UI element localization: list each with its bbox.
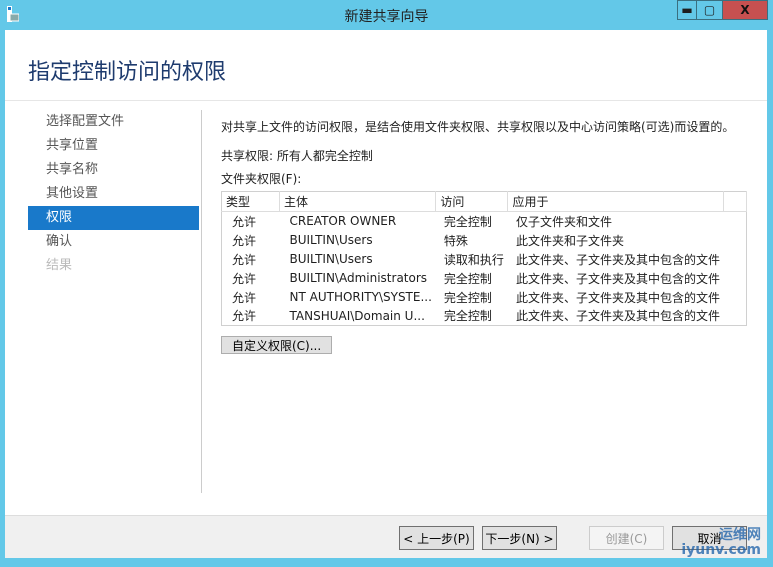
cell-access: 完全控制	[443, 309, 492, 324]
cell-principal: CREATOR OWNER	[289, 214, 397, 229]
column-header-principal[interactable]: 主体	[279, 191, 437, 212]
cell-access: 完全控制	[443, 214, 492, 229]
column-header-applies-to[interactable]: 应用于	[507, 191, 725, 212]
cell-applies-to: 此文件夹、子文件夹及其中包含的文件	[515, 290, 720, 305]
create-button: 创建(C)	[589, 526, 664, 550]
table-row[interactable]: 允许 NT AUTHORITY\SYSTE... 完全控制 此文件夹、子文件夹及其中包…	[222, 288, 747, 307]
previous-button[interactable]: < 上一步(P)	[399, 526, 474, 550]
cell-type: 允许	[232, 233, 257, 248]
cell-applies-to: 此文件夹和子文件夹	[515, 233, 624, 248]
table-row[interactable]: 允许 BUILTIN\Users 特殊 此文件夹和子文件夹	[222, 231, 747, 250]
description: 对共享上文件的访问权限，是结合使用文件夹权限、共享权限以及中心访问策略(可选)而…	[221, 120, 735, 134]
cell-applies-to: 仅子文件夹和文件	[515, 214, 612, 229]
step-other-settings[interactable]: 其他设置	[28, 182, 199, 206]
page-title: 指定控制访问的权限	[28, 60, 227, 85]
step-share-location[interactable]: 共享位置	[28, 134, 199, 158]
cell-filler	[724, 212, 747, 231]
cell-filler	[724, 307, 747, 326]
folder-permissions-label: 文件夹权限(F):	[221, 172, 302, 186]
cell-filler	[724, 269, 747, 288]
table-row[interactable]: 允许 CREATOR OWNER 完全控制 仅子文件夹和文件	[222, 212, 747, 231]
cell-access: 完全控制	[443, 290, 492, 305]
watermark-logo: 运维网 iyunv.com	[681, 527, 761, 558]
cell-filler	[724, 288, 747, 307]
cell-principal: TANSHUAI\Domain U...	[289, 308, 425, 323]
column-header-access[interactable]: 访问	[435, 191, 509, 212]
cell-filler	[724, 231, 747, 250]
share-permissions-text: 共享权限: 所有人都完全控制	[221, 149, 373, 163]
cell-access: 完全控制	[443, 271, 492, 286]
wizard-steps: 选择配置文件 共享位置 共享名称 其他设置 权限 确认 结果	[28, 110, 199, 278]
step-confirm[interactable]: 确认	[28, 230, 199, 254]
table-row[interactable]: 允许 BUILTIN\Administrators 完全控制 此文件夹、子文件夹及其中…	[222, 269, 747, 288]
step-select-profile[interactable]: 选择配置文件	[28, 110, 199, 134]
cell-principal: BUILTIN\Users	[289, 233, 373, 247]
cell-access: 特殊	[443, 233, 468, 248]
cell-filler	[724, 250, 747, 269]
window-title: 新建共享向导	[344, 9, 429, 25]
column-header-type[interactable]: 类型	[221, 191, 280, 212]
step-permissions[interactable]: 权限	[28, 206, 199, 230]
table-row[interactable]: 允许 BUILTIN\Users 读取和执行 此文件夹、子文件夹及其中包含的文件	[222, 250, 747, 269]
cell-principal: NT AUTHORITY\SYSTE...	[289, 290, 432, 304]
permissions-table[interactable]: 类型 主体 访问 应用于 允许 CREATOR OWNER 完全控制 仅子文件夹和文件…	[221, 191, 747, 326]
cell-type: 允许	[232, 214, 257, 229]
divider	[5, 100, 767, 101]
column-header-filler	[723, 191, 747, 212]
wizard-footer: < 上一步(P) 下一步(N) > 创建(C) 取消 运维网 iyunv.com	[5, 515, 767, 558]
cell-type: 允许	[232, 309, 257, 324]
wizard-body: 指定控制访问的权限 选择配置文件 共享位置 共享名称 其他设置 权限 确认 结果…	[5, 30, 767, 558]
divider	[201, 110, 202, 493]
custom-permissions-button[interactable]: 自定义权限(C)...	[221, 336, 333, 354]
cell-applies-to: 此文件夹、子文件夹及其中包含的文件	[515, 252, 720, 267]
permissions-panel: 对共享上文件的访问权限，是结合使用文件夹权限、共享权限以及中心访问策略(可选)而…	[221, 118, 751, 354]
close-button[interactable]: X	[722, 0, 768, 20]
cell-type: 允许	[232, 271, 257, 286]
cell-applies-to: 此文件夹、子文件夹及其中包含的文件	[515, 271, 720, 286]
cell-principal: BUILTIN\Administrators	[289, 271, 428, 285]
title-bar: 新建共享向导 ▬ ▢ X	[0, 0, 773, 30]
cell-type: 允许	[232, 290, 257, 305]
table-row[interactable]: 允许 TANSHUAI\Domain U... 完全控制 此文件夹、子文件夹及其中包含…	[222, 307, 747, 326]
cell-type: 允许	[232, 252, 257, 267]
next-button[interactable]: 下一步(N) >	[482, 526, 557, 550]
cell-principal: BUILTIN\Users	[289, 252, 373, 266]
step-results: 结果	[46, 258, 73, 273]
step-share-name[interactable]: 共享名称	[28, 158, 199, 182]
cell-applies-to: 此文件夹、子文件夹及其中包含的文件	[515, 309, 720, 324]
cell-access: 读取和执行	[443, 252, 504, 267]
minimize-button[interactable]: ▬	[677, 0, 697, 20]
maximize-button[interactable]: ▢	[696, 0, 723, 20]
